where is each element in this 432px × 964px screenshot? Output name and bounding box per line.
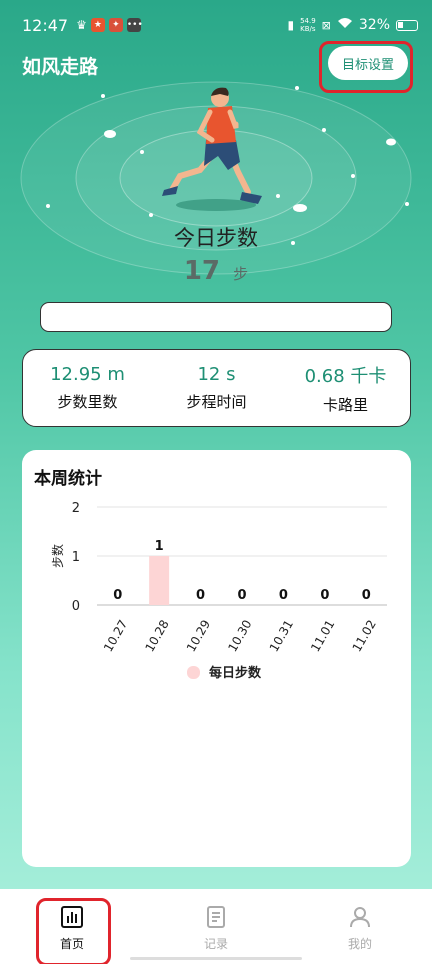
bar-data-label: 0 (320, 588, 329, 603)
nav-label: 记录 (203, 937, 228, 951)
bar-data-label: 0 (196, 588, 205, 603)
app-notification-icon: ★ (90, 18, 105, 32)
wifi-icon (337, 17, 353, 33)
network-speed: 54.9 KB/s (300, 17, 316, 33)
goal-progress-bar (40, 302, 392, 332)
x-tick-label: 11.02 (350, 618, 379, 655)
battery-text: 32% (358, 17, 390, 33)
document-icon (207, 906, 225, 928)
y-tick-label: 1 (72, 550, 80, 565)
net-speed-unit: KB/s (300, 25, 316, 33)
app-title: 如风走路 (22, 56, 99, 78)
app-notification-icon: ••• (126, 18, 143, 32)
bar-data-label: 0 (279, 588, 288, 603)
today-steps-value: 17 (183, 256, 221, 286)
x-tick-label: 10.31 (267, 618, 296, 655)
weekly-steps-chart: 0 1 2 步数 0 10.27 1 10.28 0 10.29 0 10.30 0 10.31 0 11.0… (50, 501, 387, 681)
stat-distance: 12.95 m 步数里数 (23, 364, 152, 412)
app-notification-icon: ✦ (108, 18, 123, 32)
nav-item-profile[interactable]: 我的 (288, 889, 432, 964)
x-tick-label: 10.29 (184, 618, 213, 655)
x-tick-label: 10.30 (225, 618, 254, 655)
status-right: ▮ 54.9 KB/s ⊠ 32% (287, 17, 418, 33)
stat-value: 12.95 m (50, 364, 125, 385)
weekly-stats-title: 本周统计 (34, 469, 102, 489)
today-steps-unit: 步 (233, 265, 249, 283)
x-tick-label: 11.01 (308, 618, 337, 655)
status-time: 12:47 (22, 15, 69, 35)
stats-card: 12.95 m 步数里数 12 s 步程时间 0.68 千卡 卡路里 (22, 349, 411, 427)
y-tick-label: 2 (72, 501, 80, 516)
nav-label: 我的 (347, 937, 372, 951)
sim-icon: ⊠ (321, 18, 331, 32)
bar-data-label: 0 (237, 588, 246, 603)
person-icon (350, 907, 370, 928)
home-nav-highlight (36, 898, 111, 964)
stat-value: 12 s (197, 364, 236, 385)
home-indicator (130, 957, 302, 960)
crown-icon: ♛ (76, 18, 87, 32)
nav-item-records[interactable]: 记录 (144, 889, 288, 964)
weekly-stats-card: 本周统计 0 1 2 步数 0 10.27 1 10.28 0 10.29 0 10.30 0 10.31… (22, 450, 411, 867)
bar-data-label: 0 (113, 588, 122, 603)
bar-data-label: 0 (362, 588, 371, 603)
stat-label: 卡路里 (322, 395, 368, 414)
net-speed-value: 54.9 (300, 17, 316, 25)
stat-label: 步程时间 (186, 393, 247, 411)
today-steps: 17 步 (0, 256, 432, 286)
legend-swatch (187, 666, 200, 679)
vibrate-icon: ▮ (287, 18, 295, 32)
stat-calories: 0.68 千卡 卡路里 (281, 362, 410, 415)
battery-icon (396, 19, 418, 31)
y-axis-label: 步数 (50, 544, 65, 568)
legend-label: 每日步数 (209, 665, 262, 681)
bar-data-label: 1 (155, 539, 164, 554)
chart-bar (149, 556, 170, 605)
x-tick-label: 10.27 (101, 618, 130, 655)
today-steps-label: 今日步数 (174, 226, 258, 250)
stat-value: 0.68 千卡 (304, 365, 387, 387)
stat-time: 12 s 步程时间 (152, 364, 281, 412)
x-tick-label: 10.28 (142, 618, 171, 655)
stat-label: 步数里数 (57, 393, 118, 411)
y-tick-label: 0 (72, 599, 80, 614)
